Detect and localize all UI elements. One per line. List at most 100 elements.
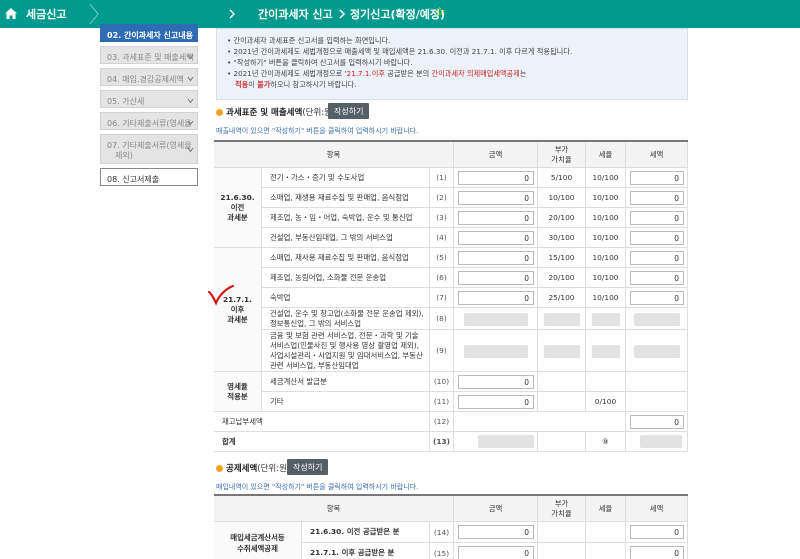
write-button[interactable]: 작성하기	[328, 103, 370, 119]
notice-line: • 2021년 간이과세제도 세법개정으로 '21.7.1.이후 공급받은 분의…	[227, 69, 527, 78]
amount-input[interactable]: 0	[458, 291, 534, 305]
tax-input[interactable]: 0	[630, 525, 684, 539]
tax-rate-cell: 10/100	[586, 248, 626, 268]
amount-input[interactable]: 0	[458, 395, 534, 409]
tax-input[interactable]: 0	[630, 171, 684, 185]
bullet-icon	[216, 465, 223, 472]
header-vat-rate: 부가 가치율	[538, 496, 586, 522]
vat-rate-cell: 15/100	[538, 248, 586, 268]
tax-input[interactable]: 0	[630, 546, 684, 559]
notice-text: 2021년 간이과세제도 세법개정으로 매출세액 및 매입세액은 21.6.30…	[233, 47, 573, 56]
amount-input[interactable]: 0	[458, 171, 534, 185]
group-before-2021-06-30: 21.6.30. 이전 과세분	[214, 168, 262, 248]
chevron-down-icon	[187, 76, 194, 82]
step-label: 06. 기타제출서류(영세율	[107, 119, 192, 128]
favorite-star-icon[interactable]: ☆	[434, 5, 446, 20]
row-number: (4)	[430, 228, 454, 248]
tax-input[interactable]: 0	[630, 231, 684, 245]
notice-text: 간이과세자 과세표준 신고서를 입력하는 화면입니다.	[233, 36, 391, 45]
breadcrumb-crumb2[interactable]: 정기신고(확정/예정)	[350, 6, 445, 22]
step-item-07[interactable]: 07. 기타제출서류(영세율 제외)	[100, 134, 198, 164]
step-item-03[interactable]: 03. 과세표준 및 매출세액	[100, 46, 198, 64]
chevron-down-icon	[187, 54, 194, 60]
tax-input[interactable]: 0	[630, 415, 684, 429]
step-item-04[interactable]: 04. 매입.경감공제세액	[100, 68, 198, 86]
amount-input[interactable]: 0	[458, 231, 534, 245]
amount-input[interactable]: 0	[458, 375, 534, 389]
notice-text: 이	[248, 80, 258, 89]
row-label: 제조업, 농・임・어업, 숙박업, 운수 및 통신업	[262, 208, 430, 228]
amount-input[interactable]: 0	[458, 211, 534, 225]
step-item-05[interactable]: 05. 가산세	[100, 90, 198, 108]
home-icon[interactable]	[4, 7, 18, 20]
tax-input[interactable]: 0	[630, 271, 684, 285]
section-title-sales: 과세표준 및 매출세액(단위:원)	[216, 106, 335, 118]
write-button[interactable]: 작성하기	[287, 459, 329, 475]
group-label-line: 21.6.30.	[220, 192, 255, 202]
vat-rate-cell: 30/100	[538, 228, 586, 248]
empty-cell	[454, 412, 626, 432]
notice-text: "작성하기" 버튼을 클릭하여 신고서를 입력하시기 바랍니다.	[233, 58, 413, 67]
tax-input[interactable]: 0	[630, 211, 684, 225]
tax-input[interactable]: 0	[630, 291, 684, 305]
tax-rate-cell	[586, 372, 626, 392]
chevron-down-icon	[187, 98, 194, 104]
notice-highlight: 21.7.1.이후	[346, 69, 385, 78]
vat-rate-cell: 20/100	[538, 208, 586, 228]
breadcrumb-section[interactable]: 세금신고	[26, 6, 66, 22]
step-item-06[interactable]: 06. 기타제출서류(영세율	[100, 112, 198, 130]
tax-rate-cell	[586, 543, 626, 559]
tax-rate-cell	[586, 522, 626, 543]
notice-highlight: 불가	[257, 80, 271, 89]
redacted-value	[544, 312, 580, 326]
row-number: (5)	[430, 248, 454, 268]
group-zero-rate: 영세율 적용분	[214, 372, 262, 412]
tax-input[interactable]: 0	[630, 251, 684, 265]
hint-text: 매출내역이 있으면 "작성하기" 버튼을 클릭하여 입력하시기 바랍니다.	[216, 127, 419, 135]
redacted-value	[544, 344, 580, 358]
step-label: 07. 기타제출서류(영세율	[107, 141, 192, 150]
redacted-value	[640, 435, 682, 448]
group-label-line: 영세율	[227, 381, 248, 391]
step-label: 02. 간이과세자 신고내용	[107, 31, 193, 40]
header-amount: 금액	[454, 142, 538, 168]
tax-input[interactable]: 0	[630, 191, 684, 205]
row-label: 소매업, 재사용 재료수집 및 판매업, 음식점업	[262, 248, 430, 268]
row-number: (12)	[430, 412, 454, 432]
step-item-08[interactable]: 08. 신고서제출	[100, 168, 198, 186]
total-mark: ⑨	[586, 432, 626, 452]
group-purchase-tax-invoice: 매입세금계산서등 수취세액공제	[214, 522, 302, 559]
chevron-right-icon[interactable]	[332, 0, 352, 28]
step-item-02[interactable]: 02. 간이과세자 신고내용	[100, 24, 198, 42]
deduction-table: 항목 금액 부가 가치율 세율 세액 매입세금계산서등 수취세액공제 21.6.30…	[214, 494, 688, 559]
breadcrumb-crumb1[interactable]: 간이과세자 신고	[258, 6, 333, 22]
redacted-value	[592, 312, 620, 326]
redacted-value	[478, 435, 534, 448]
row-number: (1)	[430, 168, 454, 188]
redacted-value	[634, 312, 680, 326]
vat-rate-cell: 5/100	[538, 168, 586, 188]
notice-line: 적용이 불가하오니 참고하시기 바랍니다.	[227, 79, 677, 90]
row-label: 숙박업	[262, 288, 430, 308]
group-label-line: 매입세금계산서등	[230, 532, 285, 542]
row-number: (8)	[430, 308, 454, 330]
row-label: 세금계산서 발급분	[262, 372, 430, 392]
tax-rate-cell: 10/100	[586, 228, 626, 248]
amount-input[interactable]: 0	[458, 546, 534, 559]
red-checkmark-annotation	[207, 284, 235, 306]
step-label: 05. 가산세	[107, 97, 145, 106]
row-number: (15)	[430, 543, 454, 559]
tax-rate-cell: 0/100	[586, 392, 626, 412]
amount-input[interactable]: 0	[458, 251, 534, 265]
row-label: 21.7.1. 이후 공급받은 분	[302, 543, 430, 559]
amount-input[interactable]: 0	[458, 191, 534, 205]
row-label: 건설업, 부동산임대업, 그 밖의 서비스업	[262, 228, 430, 248]
row-label: 제조업, 농림어업, 소화물 전문 운송업	[262, 268, 430, 288]
row-label: 금융 및 보험 관련 서비스업, 전문・과학 및 기술서비스업(인물사진 및 행…	[262, 330, 430, 372]
row-number: (14)	[430, 522, 454, 543]
amount-input[interactable]: 0	[458, 271, 534, 285]
group-label-line: 과세분	[227, 314, 248, 324]
chevron-right-icon[interactable]	[222, 0, 242, 28]
amount-input[interactable]: 0	[458, 525, 534, 539]
notice-text: 하오니 참고하시기 바랍니다.	[270, 80, 357, 89]
